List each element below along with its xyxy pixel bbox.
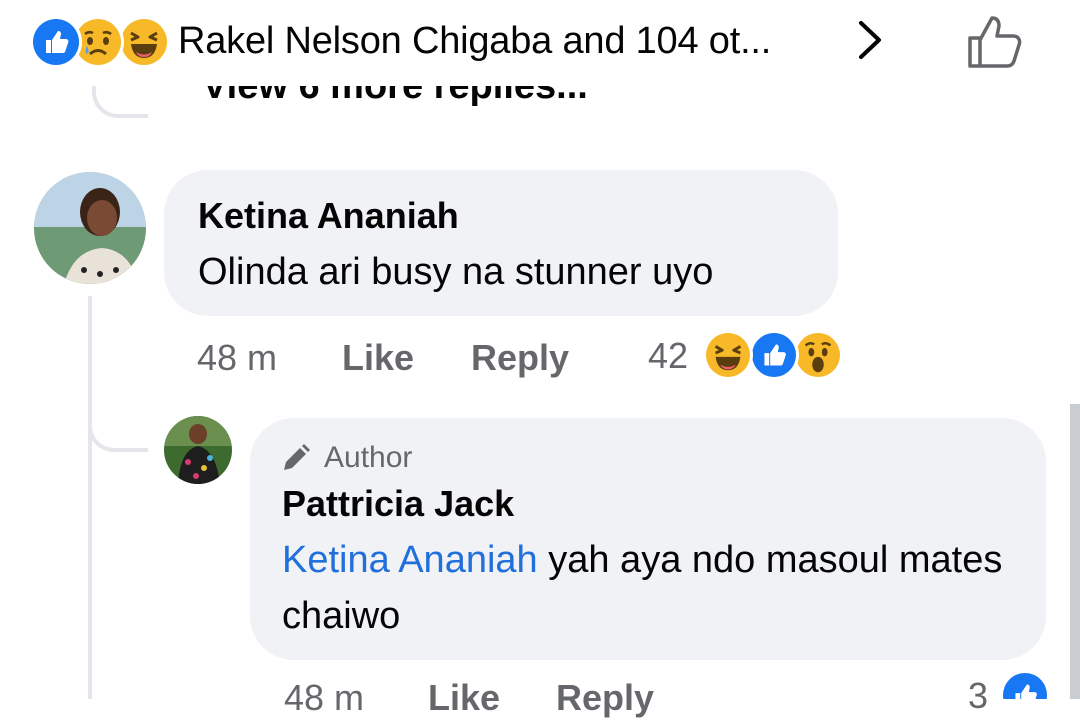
- comment-bubble[interactable]: Ketina Ananiah Olinda ari busy na stunne…: [164, 170, 838, 316]
- reaction-count[interactable]: 3: [968, 674, 988, 718]
- reaction-summary-text[interactable]: Rakel Nelson Chigaba and 104 ot...: [178, 16, 771, 66]
- thumbs-up-outline-icon[interactable]: [962, 10, 1028, 72]
- thread-connector: [92, 86, 148, 118]
- like-icon: [30, 16, 82, 68]
- like-button[interactable]: Like: [342, 336, 414, 380]
- comment-author[interactable]: Ketina Ananiah: [198, 196, 459, 236]
- author-badge-label: Author: [324, 441, 413, 474]
- avatar[interactable]: [164, 416, 232, 484]
- mention-link[interactable]: Ketina Ananiah: [282, 539, 538, 581]
- chevron-right-icon[interactable]: [852, 18, 888, 62]
- like-icon: [749, 330, 799, 380]
- haha-icon: [118, 16, 170, 68]
- comment-time: 48 m: [197, 337, 278, 378]
- scrollbar[interactable]: [1070, 404, 1080, 699]
- avatar[interactable]: [34, 172, 146, 284]
- comment-text: Ketina Ananiah yah aya ndo masoul mates …: [282, 532, 1012, 644]
- haha-icon: [703, 330, 753, 380]
- like-icon: [1000, 670, 1050, 699]
- comment-time: 48 m: [284, 677, 365, 718]
- reply-bubble[interactable]: Author Pattricia Jack Ketina Ananiah yah…: [250, 418, 1046, 660]
- comment-reactions[interactable]: [703, 330, 843, 380]
- comment-author[interactable]: Pattricia Jack: [282, 484, 514, 524]
- reaction-summary[interactable]: [30, 16, 170, 68]
- reaction-count[interactable]: 42: [648, 334, 688, 378]
- thread-line: [88, 296, 92, 699]
- reply-button[interactable]: Reply: [556, 676, 654, 720]
- wow-icon: [793, 330, 843, 380]
- comment-reactions[interactable]: [1000, 670, 1050, 699]
- comment-text: Olinda ari busy na stunner uyo: [198, 251, 714, 293]
- view-more-replies[interactable]: View 6 more replies...: [202, 86, 588, 122]
- reply-button[interactable]: Reply: [471, 336, 569, 380]
- pencil-icon: [280, 442, 312, 474]
- thread-connector: [88, 404, 148, 452]
- like-button[interactable]: Like: [428, 676, 500, 720]
